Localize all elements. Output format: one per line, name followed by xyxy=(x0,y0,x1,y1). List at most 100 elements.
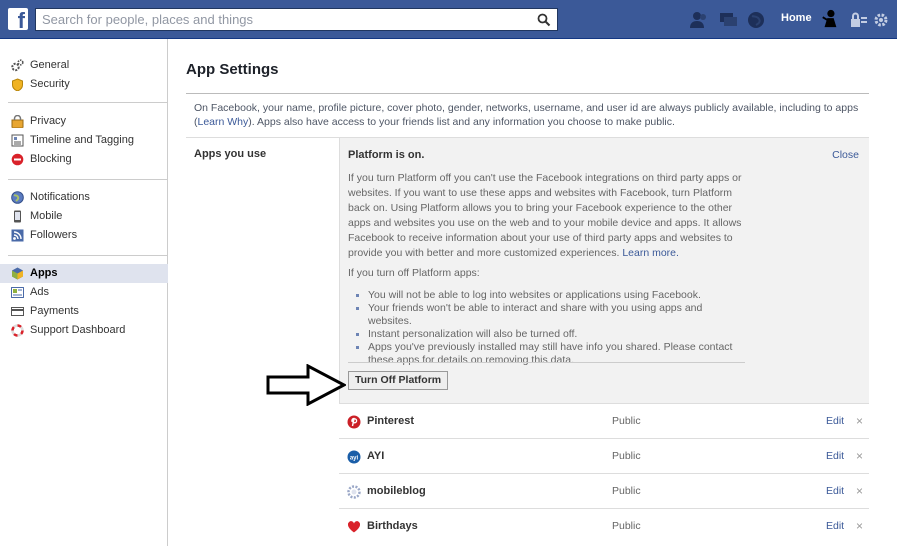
sidebar-item-ads[interactable]: Ads xyxy=(0,283,168,302)
app-row-birthdays: Birthdays Public Edit × xyxy=(339,508,869,543)
remove-app-icon[interactable]: × xyxy=(856,449,863,463)
learn-more-link[interactable]: Learn more. xyxy=(622,247,679,259)
svg-text:ayi: ayi xyxy=(350,456,359,462)
globe-icon xyxy=(11,191,24,204)
settings-gear-icon[interactable] xyxy=(873,12,889,28)
messages-icon[interactable] xyxy=(718,10,738,30)
sidebar-item-label: Ads xyxy=(30,286,49,298)
sidebar-item-blocking[interactable]: Blocking xyxy=(0,150,168,169)
list-item: Instant personalization will also be tur… xyxy=(356,328,746,341)
remove-app-icon[interactable]: × xyxy=(856,519,863,533)
platform-settings-panel: Platform is on. Close If you turn Platfo… xyxy=(339,138,869,403)
sidebar-item-support-dashboard[interactable]: Support Dashboard xyxy=(0,321,168,340)
sidebar-item-timeline-and-tagging[interactable]: Timeline and Tagging xyxy=(0,131,168,150)
section-label-apps-you-use: Apps you use xyxy=(194,148,267,160)
intro-text-continued: ). Apps also have access to your friends… xyxy=(248,115,675,128)
sidebar-group-apps: Apps Ads Payments Support Dashboard xyxy=(0,264,168,340)
app-name[interactable]: mobileblog xyxy=(367,485,426,497)
sidebar-item-notifications[interactable]: Notifications xyxy=(0,188,168,207)
sidebar-item-label: Payments xyxy=(30,305,79,317)
sidebar-item-payments[interactable]: Payments xyxy=(0,302,168,321)
profile-avatar[interactable] xyxy=(820,9,840,29)
settings-sidebar: General Security Privacy Timeline and Ta… xyxy=(0,39,168,546)
app-visibility: Public xyxy=(612,450,641,462)
privacy-shortcuts-icon[interactable] xyxy=(849,11,869,31)
app-name[interactable]: Pinterest xyxy=(367,415,414,427)
ayi-icon: ayi xyxy=(347,450,361,464)
sidebar-item-label: Timeline and Tagging xyxy=(30,134,134,146)
app-name[interactable]: AYI xyxy=(367,450,384,462)
turn-off-platform-button[interactable]: Turn Off Platform xyxy=(348,371,449,390)
sidebar-divider xyxy=(8,179,168,180)
sidebar-divider xyxy=(8,102,168,103)
edit-link[interactable]: Edit xyxy=(826,415,844,427)
sidebar-group-notifications: Notifications Mobile Followers xyxy=(0,188,168,245)
sidebar-item-label: Privacy xyxy=(30,115,67,127)
app-name[interactable]: Birthdays xyxy=(367,520,418,532)
sidebar-item-mobile[interactable]: Mobile xyxy=(0,207,168,226)
page-title: App Settings xyxy=(186,61,279,78)
sidebar-item-privacy[interactable]: Privacy xyxy=(0,112,168,131)
remove-app-icon[interactable]: × xyxy=(856,414,863,428)
edit-link[interactable]: Edit xyxy=(826,520,844,532)
shield-icon xyxy=(12,78,23,91)
sidebar-item-label: Apps xyxy=(30,267,58,279)
list-item: Apps you've previously installed may sti… xyxy=(356,341,746,367)
platform-status-heading: Platform is on. xyxy=(348,149,425,161)
friend-requests-icon[interactable] xyxy=(689,10,709,30)
divider xyxy=(186,93,869,94)
sidebar-group-account: General Security xyxy=(0,56,168,94)
search-input[interactable]: Search for people, places and things xyxy=(35,8,558,31)
edit-link[interactable]: Edit xyxy=(826,485,844,497)
cube-icon xyxy=(12,267,23,280)
sidebar-item-label: Notifications xyxy=(30,191,90,203)
remove-app-icon[interactable]: × xyxy=(856,484,863,498)
consequences-list: You will not be able to log into website… xyxy=(356,289,746,367)
sidebar-item-security[interactable]: Security xyxy=(0,75,168,94)
app-row-pinterest: Pinterest Public Edit × xyxy=(339,403,869,438)
home-link[interactable]: Home xyxy=(781,12,812,24)
rss-icon xyxy=(11,229,24,242)
mobile-icon xyxy=(14,210,21,223)
top-navigation-bar: f Search for people, places and things H… xyxy=(0,0,897,39)
app-visibility: Public xyxy=(612,415,641,427)
learn-why-link[interactable]: Learn Why xyxy=(198,116,249,128)
search-placeholder: Search for people, places and things xyxy=(42,12,254,27)
annotation-arrow-icon xyxy=(266,364,346,406)
ads-icon xyxy=(11,287,24,298)
lock-icon xyxy=(11,115,24,128)
notifications-globe-icon[interactable] xyxy=(746,10,766,30)
gear-icon xyxy=(11,59,24,72)
app-visibility: Public xyxy=(612,520,641,532)
heart-icon xyxy=(347,521,361,533)
list-item: Your friends won't be able to interact a… xyxy=(356,302,746,328)
block-icon xyxy=(11,153,24,166)
divider xyxy=(348,362,745,363)
sidebar-divider xyxy=(8,255,168,256)
app-visibility: Public xyxy=(612,485,641,497)
app-row-ayi: ayi AYI Public Edit × xyxy=(339,438,869,473)
list-item: You will not be able to log into website… xyxy=(356,289,746,302)
sidebar-item-general[interactable]: General xyxy=(0,56,168,75)
sidebar-item-label: Mobile xyxy=(30,210,63,222)
sidebar-item-label: Support Dashboard xyxy=(30,324,126,336)
app-row-mobileblog: mobileblog Public Edit × xyxy=(339,473,869,508)
sidebar-item-apps[interactable]: Apps xyxy=(0,264,168,283)
timeline-icon xyxy=(11,134,24,147)
close-link[interactable]: Close xyxy=(832,149,859,161)
sidebar-item-label: General xyxy=(30,59,70,71)
facebook-logo[interactable]: f xyxy=(8,8,28,30)
search-icon[interactable] xyxy=(537,13,551,27)
sidebar-group-privacy: Privacy Timeline and Tagging Blocking xyxy=(0,112,168,169)
card-icon xyxy=(11,307,24,316)
platform-description-text: If you turn Platform off you can't use t… xyxy=(348,172,742,259)
sidebar-item-followers[interactable]: Followers xyxy=(0,226,168,245)
sidebar-item-label: Security xyxy=(30,78,70,90)
turn-off-consequences-heading: If you turn off Platform apps: xyxy=(348,267,480,279)
sidebar-item-label: Blocking xyxy=(30,153,72,165)
intro-paragraph: On Facebook, your name, profile picture,… xyxy=(194,102,860,129)
mobileblog-icon xyxy=(347,485,361,499)
lifebuoy-icon xyxy=(11,324,24,337)
platform-description: If you turn Platform off you can't use t… xyxy=(348,171,748,261)
edit-link[interactable]: Edit xyxy=(826,450,844,462)
